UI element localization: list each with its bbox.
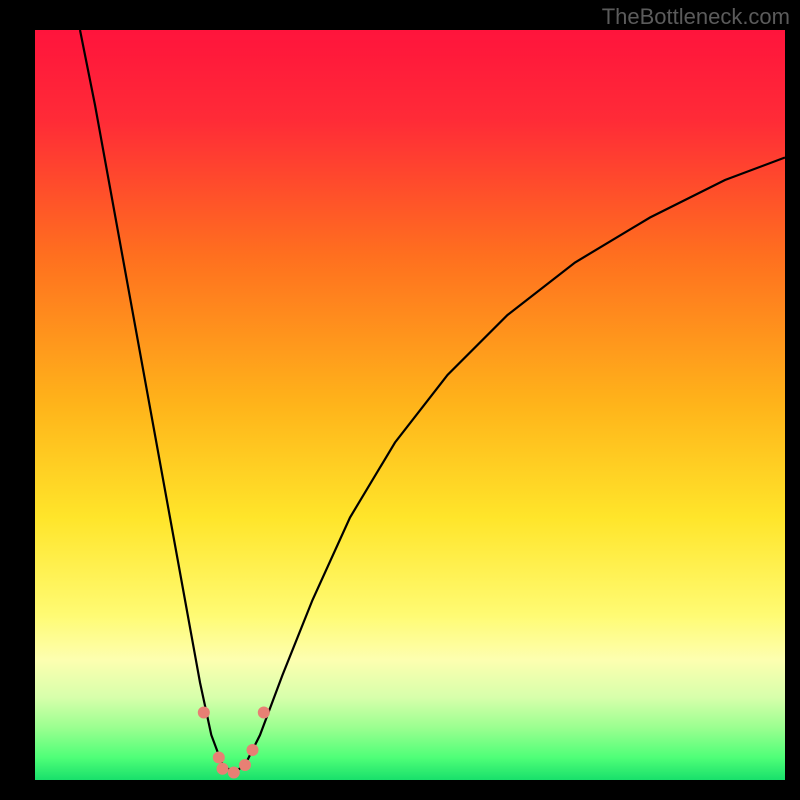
- watermark-text: TheBottleneck.com: [602, 4, 790, 30]
- highlight-point: [198, 707, 210, 719]
- chart-frame: TheBottleneck.com: [0, 0, 800, 800]
- highlight-point: [258, 707, 270, 719]
- curve-line: [80, 30, 785, 773]
- highlight-point: [239, 759, 251, 771]
- highlight-point: [228, 767, 240, 779]
- bottleneck-curve: [35, 30, 785, 780]
- highlight-point: [247, 744, 259, 756]
- highlight-point: [217, 763, 229, 775]
- plot-area: [35, 30, 785, 780]
- highlight-point: [213, 752, 225, 764]
